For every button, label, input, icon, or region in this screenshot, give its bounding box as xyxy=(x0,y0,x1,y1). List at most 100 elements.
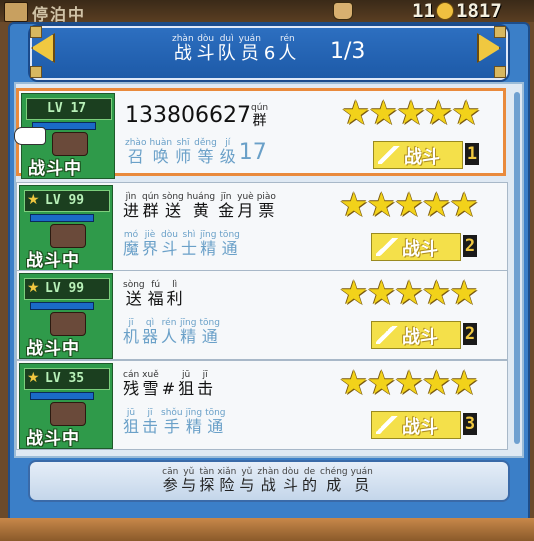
member-row[interactable]: ★ LV 99 战斗中 sòng 送 fú 福 lì 利 jī 机 qì 器 rén 人 jīng 精 t… xyxy=(16,270,508,360)
hanzi: 斗 xyxy=(283,476,299,494)
hanzi: 精 xyxy=(180,327,197,346)
fight-button[interactable]: 战斗 xyxy=(371,321,461,349)
item-count: 11 xyxy=(412,0,435,22)
page-indicator: 1/3 xyxy=(330,39,366,64)
member-row[interactable]: ★ LV 99 战斗中 jìn 进 qún 群 sòng 送 huáng 黄 jīn 金 yuè 月 p… xyxy=(16,182,508,272)
coin-count: 1817 xyxy=(456,0,502,22)
hanzi: 界 xyxy=(142,239,159,258)
ruby-char: de 的 xyxy=(302,468,317,493)
ruby-char: rén 人 xyxy=(278,35,296,63)
level-text: LV 99 xyxy=(45,193,85,208)
hanzi: 员 xyxy=(240,43,259,64)
hanzi: 战 xyxy=(173,43,192,64)
slot-number: 3 xyxy=(463,413,477,435)
fight-label: 战斗 xyxy=(404,147,440,168)
star-icon: ★ xyxy=(421,273,452,312)
member-job: jī 机 qì 器 rén 人 jīng 精 tōng 通 xyxy=(123,319,223,345)
hanzi: 送 xyxy=(125,289,142,308)
hanzi: 唤 xyxy=(152,147,169,166)
sword-icon xyxy=(376,416,398,434)
ruby-char: dòu 斗 xyxy=(282,468,299,493)
ruby-char: tàn 探 xyxy=(199,468,214,493)
hanzi: 残 xyxy=(123,379,140,398)
ruby-char: qún 群 xyxy=(142,193,159,219)
header-corner-ornament xyxy=(494,26,506,38)
ruby-char: fú 福 xyxy=(148,281,164,307)
hanzi: 士 xyxy=(180,239,197,258)
hanzi: 与 xyxy=(239,476,255,494)
hanzi: 票 xyxy=(258,201,275,220)
member-portrait: ★ LV 35 战斗中 xyxy=(19,363,113,449)
member-row[interactable]: LV 17 战斗中 133806627 qún 群 zhào 召 huàn 唤 shī 师 dě… xyxy=(16,88,506,179)
slot-number: 2 xyxy=(463,235,477,257)
hanzi: 金 xyxy=(218,201,235,220)
hanzi: # xyxy=(161,379,176,398)
ruby-char: sòng 送 xyxy=(162,193,184,219)
ruby-char: chéng 成 xyxy=(320,468,348,493)
ruby-char: yuán 员 xyxy=(351,468,373,493)
hanzi: 险 xyxy=(219,476,235,494)
footer-text: cān 参 yǔ 与 tàn 探 xiǎn 险 yǔ 与 zhàn 战 dòu 斗 de 的 chéng 成 yuá… xyxy=(30,468,508,493)
star-icon: ★ xyxy=(421,185,452,224)
member-job: mó 魔 jiè 界 dòu 斗 shì 士 jīng 精 tōng 通 xyxy=(123,231,243,257)
member-job: jū 狙 jī 击 shǒu 手 jīng 精 tōng 通 xyxy=(123,409,229,435)
ruby-char: lì 利 xyxy=(167,281,183,307)
pinyin: qún xyxy=(250,103,269,113)
ruby-char: jīng 精 xyxy=(186,409,202,435)
hanzi: 队 xyxy=(217,43,236,64)
ruby-char: děng 等 xyxy=(194,139,217,165)
character-sprite xyxy=(50,312,86,336)
fight-button[interactable]: 战斗 xyxy=(371,411,461,439)
level-text: LV 17 xyxy=(47,101,87,116)
scrollbar[interactable] xyxy=(514,92,520,444)
in-battle-tag: 战斗中 xyxy=(28,159,82,179)
hanzi: 战 xyxy=(260,476,276,494)
hanzi: 召 xyxy=(127,147,144,166)
hanzi: 福 xyxy=(147,289,164,308)
star-icon: ★ xyxy=(27,280,40,296)
ruby-char: yuè 月 xyxy=(237,193,254,219)
party-title: zhàn 战 dòu 斗 duì 队 yuán 员 6 rén 人 xyxy=(172,35,299,63)
hanzi: 斗 xyxy=(161,239,178,258)
ruby-char: dòu 斗 xyxy=(197,35,215,63)
hanzi: 师 xyxy=(175,147,192,166)
ruby-char: huàn 唤 xyxy=(149,139,172,165)
star-icon: ★ xyxy=(423,93,454,132)
star-icon: ★ xyxy=(339,185,369,224)
star-icon: ★ xyxy=(451,93,481,132)
hanzi: 手 xyxy=(163,417,180,436)
member-row[interactable]: ★ LV 35 战斗中 cán 残 xuě 雪 # jū 狙 jī 击 jū 狙 jī 击 shǒu 手… xyxy=(16,360,508,450)
ruby-char: jiè 界 xyxy=(142,231,158,257)
in-battle-tag: 战斗中 xyxy=(26,429,80,449)
ruby-char: jī 击 xyxy=(142,409,158,435)
level-badge: LV 17 xyxy=(26,98,112,120)
star-icon: ★ xyxy=(396,93,426,132)
hp-bar xyxy=(30,302,94,310)
ruby-char: jī 击 xyxy=(197,371,213,397)
rating-stars: ★★★★★ xyxy=(339,185,479,224)
fight-button[interactable]: 战斗 xyxy=(371,233,461,261)
character-sprite xyxy=(52,132,88,156)
ruby-char: zhào 召 xyxy=(125,139,146,165)
hanzi: 员 xyxy=(354,476,370,494)
bag-icon xyxy=(333,2,353,20)
hanzi: 参 xyxy=(162,476,178,494)
star-icon: ★ xyxy=(27,370,40,386)
hanzi: 人 xyxy=(278,43,297,64)
ruby-char: duì 队 xyxy=(218,35,236,63)
ruby-char: jí 级 xyxy=(220,139,236,165)
ruby-char: cān 参 xyxy=(162,468,178,493)
hanzi: 精 xyxy=(185,417,202,436)
ruby-char: mó 魔 xyxy=(123,231,139,257)
star-icon: ★ xyxy=(339,273,369,312)
fight-button[interactable]: 战斗 xyxy=(373,141,463,169)
rating-stars: ★★★★★ xyxy=(339,273,479,312)
star-icon: ★ xyxy=(449,185,479,224)
star-icon: ★ xyxy=(449,363,479,402)
ruby-char: shī 师 xyxy=(175,139,191,165)
ruby-char: qún 群 xyxy=(250,103,271,129)
ruby-char: qún 群 xyxy=(250,103,269,129)
level-badge: ★ LV 35 xyxy=(24,368,110,390)
name-text: 133806627 xyxy=(125,103,251,128)
ruby-char: zhàn 战 xyxy=(257,468,279,493)
